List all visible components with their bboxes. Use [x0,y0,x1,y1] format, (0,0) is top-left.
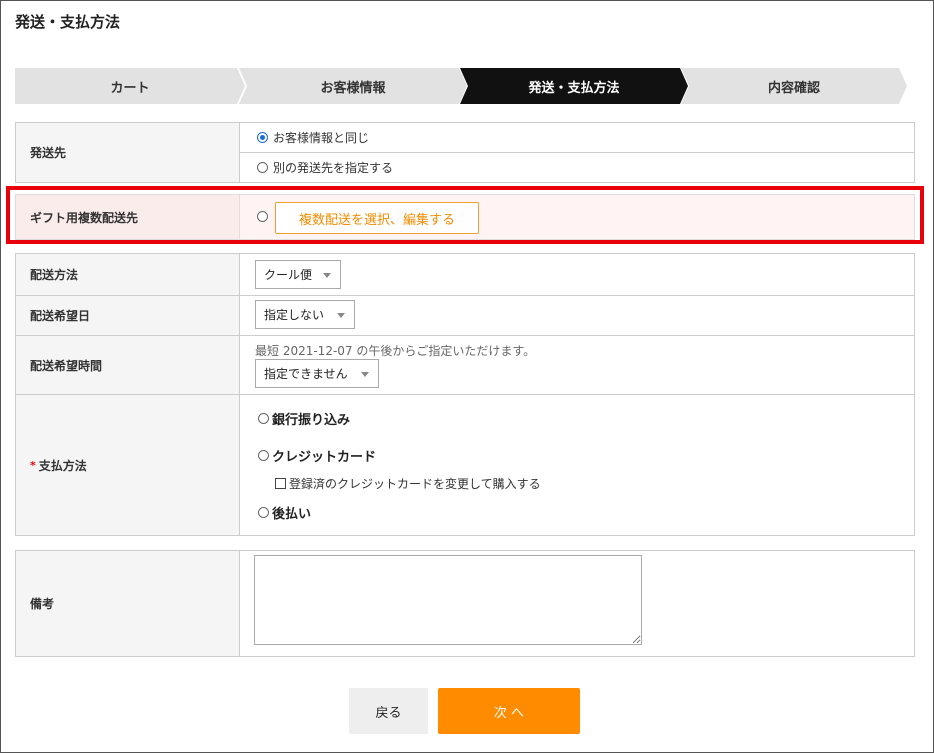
option-other-address-label: 別の発送先を指定する [273,161,394,175]
option-deferred-payment[interactable]: 後払い [258,503,311,522]
delivery-date-value: 指定しない [264,308,325,322]
delivery-time-cell: 最短 2021-12-07 の午後からご指定いただけます。 指定できません [240,336,914,394]
chevron-down-icon [361,372,369,377]
page-title: 発送・支払方法 [15,13,121,31]
delivery-time-note: 最短 2021-12-07 の午後からご指定いただけます。 [255,344,536,358]
delivery-method-row: 配送方法 クール便 [16,254,914,295]
option-change-credit-card[interactable]: 登録済のクレジットカードを変更して購入する [275,475,541,492]
payment-method-label-cell: * 支払方法 [16,395,240,535]
divider [240,152,914,153]
delivery-method-label: 配送方法 [16,254,240,295]
next-button[interactable]: 次 へ [438,688,580,734]
remarks-row: 備考 [16,551,914,656]
option-same-as-customer[interactable]: お客様情報と同じ [257,129,369,146]
chevron-down-icon [323,273,331,278]
delivery-method-cell: クール便 [240,254,914,295]
option-change-credit-card-label: 登録済のクレジットカードを変更して購入する [289,477,541,491]
shipping-destination-label: 発送先 [16,123,240,182]
radio-deferred-payment[interactable] [258,507,269,518]
chevron-down-icon [337,313,345,318]
delivery-date-label: 配送希望日 [16,296,240,335]
option-same-as-customer-label: お客様情報と同じ [273,131,370,145]
required-mark: * [30,458,36,472]
option-other-address[interactable]: 別の発送先を指定する [257,159,393,176]
remarks-cell [240,551,914,656]
radio-other-address[interactable] [257,162,268,173]
checkout-steps: カート お客様情報 発送・支払方法 内容確認 [15,68,907,104]
step-shipping-payment: 発送・支払方法 [460,68,688,104]
shipping-destination-section: 発送先 お客様情報と同じ 別の発送先を指定する [15,122,915,183]
option-credit-card-label: クレジットカード [272,450,377,465]
option-bank-transfer-label: 銀行振り込み [272,413,351,428]
delivery-date-row: 配送希望日 指定しない [16,295,914,335]
delivery-time-row: 配送希望時間 最短 2021-12-07 の午後からご指定いただけます。 指定で… [16,335,914,394]
step-cart: カート [15,68,245,104]
checkbox-change-credit-card[interactable] [275,478,286,489]
radio-credit-card[interactable] [258,450,269,461]
shipping-destination-options: お客様情報と同じ 別の発送先を指定する [240,123,914,182]
remarks-label: 備考 [16,551,240,656]
remarks-textarea[interactable] [254,555,642,645]
payment-method-options: 銀行振り込み クレジットカード 登録済のクレジットカードを変更して購入する 後払… [240,395,914,535]
payment-method-label: 支払方法 [38,458,87,473]
delivery-payment-section: 配送方法 クール便 配送希望日 指定しない 配送希望時間 最短 2021-12-… [15,253,915,536]
radio-same-as-customer[interactable] [257,132,268,143]
step-confirm: 内容確認 [681,68,907,104]
option-bank-transfer[interactable]: 銀行振り込み [258,409,350,428]
delivery-time-value: 指定できません [264,367,348,381]
delivery-method-select[interactable]: クール便 [255,260,341,289]
remarks-section: 備考 [15,550,915,657]
delivery-date-cell: 指定しない [240,296,914,335]
option-credit-card[interactable]: クレジットカード [258,446,376,465]
radio-bank-transfer[interactable] [258,413,269,424]
delivery-time-label: 配送希望時間 [16,336,240,394]
highlight-box [6,186,924,244]
delivery-date-select[interactable]: 指定しない [255,300,355,329]
shipping-destination-row: 発送先 お客様情報と同じ 別の発送先を指定する [16,123,914,182]
back-button[interactable]: 戻る [349,688,428,734]
payment-method-row: * 支払方法 銀行振り込み クレジットカード 登録済のクレジットカードを変更して… [16,394,914,535]
delivery-time-select[interactable]: 指定できません [255,359,379,388]
step-customer-info: お客様情報 [239,68,467,104]
delivery-method-value: クール便 [264,268,313,282]
option-deferred-payment-label: 後払い [272,507,312,522]
